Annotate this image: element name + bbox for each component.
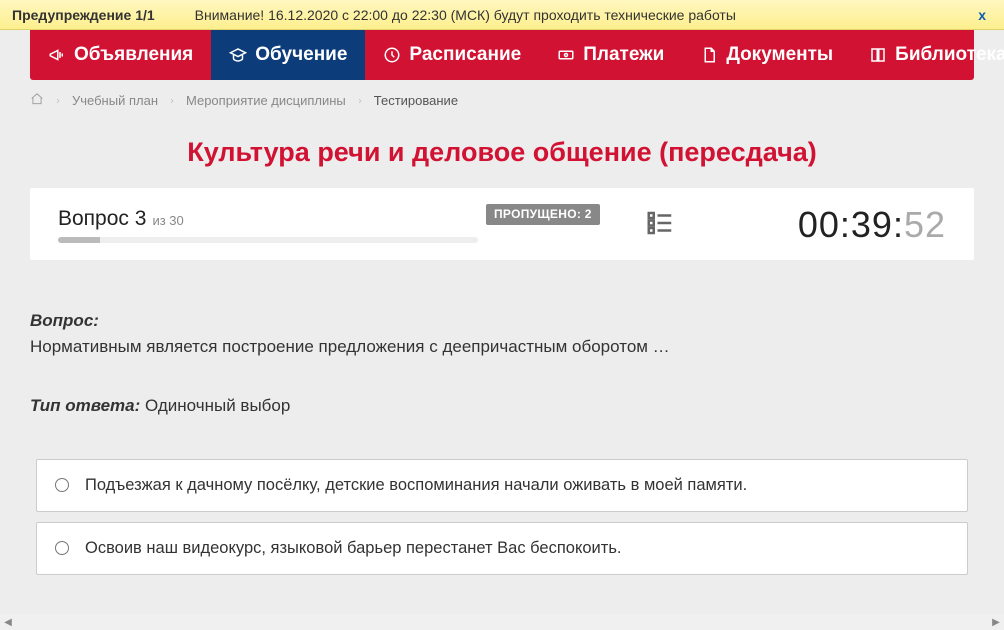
answer-radio[interactable] — [55, 478, 69, 492]
cash-icon — [557, 46, 575, 64]
answer-radio[interactable] — [55, 541, 69, 555]
app-viewport[interactable]: Предупреждение 1/1 Внимание! 16.12.2020 … — [0, 0, 1004, 630]
chevron-right-icon — [54, 93, 62, 108]
clock-icon — [383, 46, 401, 64]
nav-label: Документы — [726, 44, 833, 66]
progress-bar — [58, 237, 478, 243]
nav-library[interactable]: Библиотека — [851, 30, 1004, 80]
test-status-card: Вопрос 3 из 30 ПРОПУЩЕНО: 2 00:39:52 — [30, 188, 974, 260]
nav-documents[interactable]: Документы — [682, 30, 851, 80]
answer-type-label: Тип ответа: — [30, 396, 140, 415]
book-icon — [869, 46, 887, 64]
breadcrumb-link[interactable]: Мероприятие дисциплины — [186, 93, 346, 108]
main-nav: Объявления Обучение Расписание Платежи Д… — [30, 30, 974, 80]
doc-icon — [700, 46, 718, 64]
question-text: Нормативным является построение предложе… — [30, 334, 974, 360]
scroll-right-arrow[interactable]: ▶ — [988, 614, 1004, 630]
megaphone-icon — [48, 46, 66, 64]
horizontal-scrollbar[interactable]: ◀ ▶ — [0, 614, 1004, 630]
timer: 00:39:52 — [798, 204, 946, 245]
breadcrumb: Учебный план Мероприятие дисциплины Тест… — [0, 80, 1004, 113]
breadcrumb-link[interactable]: Учебный план — [72, 93, 158, 108]
question-list-icon[interactable] — [645, 208, 675, 243]
question-label: Вопрос: — [30, 311, 99, 330]
answer-option[interactable]: Подъезжая к дачному посёлку, детские вос… — [36, 459, 968, 512]
answers-list: Подъезжая к дачному посёлку, детские вос… — [36, 459, 968, 575]
page-title: Культура речи и деловое общение (пересда… — [30, 137, 974, 168]
question-total: из 30 — [152, 213, 183, 228]
chevron-right-icon — [356, 93, 364, 108]
progress-fill — [58, 237, 100, 243]
nav-label: Платежи — [583, 44, 664, 66]
question-block: Вопрос: Нормативным является построение … — [30, 308, 974, 419]
gradcap-icon — [229, 46, 247, 64]
breadcrumb-current: Тестирование — [374, 93, 458, 108]
question-number-label: Вопрос 3 — [58, 207, 146, 231]
alert-title: Предупреждение 1/1 — [12, 7, 155, 23]
answer-type-value: Одиночный выбор — [145, 396, 290, 415]
nav-learning[interactable]: Обучение — [211, 30, 365, 80]
nav-announcements[interactable]: Объявления — [30, 30, 211, 80]
nav-label: Расписание — [409, 44, 521, 66]
alert-message: Внимание! 16.12.2020 с 22:00 до 22:30 (М… — [195, 7, 973, 23]
nav-schedule[interactable]: Расписание — [365, 30, 539, 80]
nav-payments[interactable]: Платежи — [539, 30, 682, 80]
scroll-left-arrow[interactable]: ◀ — [0, 614, 16, 630]
chevron-right-icon — [168, 93, 176, 108]
nav-label: Библиотека — [895, 44, 1004, 66]
home-icon[interactable] — [30, 92, 44, 109]
answer-option[interactable]: Освоив наш видеокурс, языковой барьер пе… — [36, 522, 968, 575]
alert-close-button[interactable]: x — [972, 7, 992, 23]
answer-text: Освоив наш видеокурс, языковой барьер пе… — [85, 539, 622, 558]
skipped-badge: ПРОПУЩЕНО: 2 — [486, 204, 600, 225]
alert-bar: Предупреждение 1/1 Внимание! 16.12.2020 … — [0, 0, 1004, 30]
answer-text: Подъезжая к дачному посёлку, детские вос… — [85, 476, 747, 495]
nav-label: Обучение — [255, 44, 347, 66]
nav-label: Объявления — [74, 44, 193, 66]
